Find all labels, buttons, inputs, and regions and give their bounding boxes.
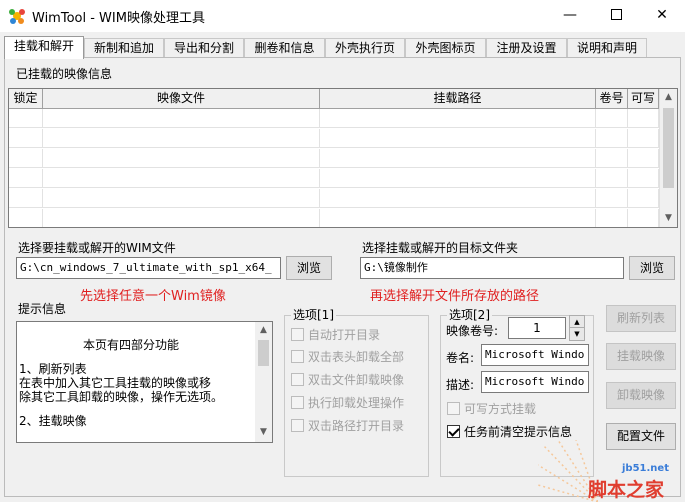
close-button[interactable]: ✕ — [639, 0, 685, 32]
hint-select-wim: 先选择任意一个Wim镜像 — [80, 289, 226, 304]
client-area: 挂载和解开 新制和追加 导出和分割 删卷和信息 外壳执行页 外壳图标页 注册及设… — [0, 32, 685, 502]
scroll-thumb[interactable] — [258, 340, 269, 366]
minimize-button[interactable]: — — [547, 0, 593, 32]
table-row[interactable] — [9, 129, 659, 148]
checkbox-box — [291, 419, 304, 432]
scroll-up-icon[interactable]: ▲ — [660, 89, 677, 106]
table-scrollbar[interactable]: ▲ ▼ — [659, 89, 677, 227]
description-input[interactable]: Microsoft Windo — [481, 371, 589, 393]
mounted-images-label: 已挂载的映像信息 — [14, 66, 115, 82]
tab-shell-icon[interactable]: 外壳图标页 — [405, 38, 486, 58]
writable-mount-checkbox[interactable]: 可写方式挂载 — [447, 401, 536, 419]
checkbox-box — [447, 425, 460, 438]
checkbox-box — [291, 328, 304, 341]
wim-file-input[interactable]: G:\cn_windows_7_ultimate_with_sp1_x64_ — [16, 257, 281, 279]
window-title: WimTool - WIM映像处理工具 — [32, 11, 205, 26]
watermark-site: jb51.net — [622, 463, 669, 474]
column-lock[interactable]: 锁定 — [9, 89, 43, 109]
info-label: 提示信息 — [18, 302, 67, 316]
info-line: 在表中加入其它工具挂载的映像或移 — [19, 376, 212, 390]
checkbox-box — [447, 402, 460, 415]
watermark-name: 脚本之家 — [588, 479, 665, 501]
info-line: 本页有四部分功能 — [83, 338, 180, 352]
maximize-icon — [610, 8, 622, 20]
checkbox-box — [291, 350, 304, 363]
volume-input[interactable]: 1 — [508, 317, 566, 339]
spin-up-icon[interactable]: ▲ — [570, 316, 584, 328]
tab-about[interactable]: 说明和声明 — [567, 38, 647, 58]
tab-new-append[interactable]: 新制和追加 — [84, 38, 164, 58]
checkbox-box — [291, 396, 304, 409]
maximize-button[interactable] — [593, 0, 639, 32]
target-folder-label: 选择挂载或解开的目标文件夹 — [362, 241, 519, 255]
unmount-image-button[interactable]: 卸载映像 — [606, 382, 676, 409]
exec-unmount-process-checkbox[interactable]: 执行卸载处理操作 — [291, 395, 404, 413]
config-file-button[interactable]: 配置文件 — [606, 423, 676, 450]
spin-down-icon[interactable]: ▼ — [570, 328, 584, 340]
dblclick-header-unmount-all-checkbox[interactable]: 双击表头卸载全部 — [291, 349, 404, 367]
dblclick-file-unmount-checkbox[interactable]: 双击文件卸载映像 — [291, 372, 404, 390]
wim-browse-button[interactable]: 浏览 — [286, 256, 332, 280]
tab-shell-exec[interactable]: 外壳执行页 — [325, 38, 405, 58]
table-row[interactable] — [9, 169, 659, 188]
dblclick-path-open-dir-checkbox[interactable]: 双击路径打开目录 — [291, 418, 404, 436]
options2-label: 选项[2] — [447, 307, 492, 323]
table-row[interactable] — [9, 149, 659, 168]
target-folder-input[interactable]: G:\镜像制作 — [360, 257, 624, 279]
info-line: 2、挂载映像 — [19, 414, 87, 428]
tab-mount-extract[interactable]: 挂载和解开 — [4, 36, 84, 59]
table-header: 锁定 映像文件 挂载路径 卷号 可写 — [9, 89, 659, 109]
hint-select-path: 再选择解开文件所存放的路径 — [370, 289, 540, 304]
checkbox-box — [291, 373, 304, 386]
table-row[interactable] — [9, 209, 659, 227]
auto-open-dir-checkbox[interactable]: 自动打开目录 — [291, 327, 380, 345]
scroll-thumb[interactable] — [663, 108, 674, 188]
mount-image-button[interactable]: 挂载映像 — [606, 343, 676, 370]
column-volume[interactable]: 卷号 — [596, 89, 628, 109]
app-icon — [9, 9, 25, 24]
options1-label: 选项[1] — [291, 307, 336, 323]
refresh-list-button[interactable]: 刷新列表 — [606, 305, 676, 332]
volume-spinner[interactable]: ▲ ▼ — [569, 315, 585, 341]
volume-name-label: 卷名: — [446, 351, 475, 365]
wim-file-label: 选择要挂载或解开的WIM文件 — [18, 241, 176, 255]
description-label: 描述: — [446, 378, 475, 392]
info-scrollbar[interactable]: ▲ ▼ — [255, 322, 272, 442]
mounted-images-table[interactable]: 锁定 映像文件 挂载路径 卷号 可写 ▲ ▼ — [8, 88, 678, 228]
tab-delete-info[interactable]: 删卷和信息 — [244, 38, 325, 58]
column-mount-path[interactable]: 挂载路径 — [320, 89, 596, 109]
info-line: 1、刷新列表 — [19, 362, 87, 376]
column-image-file[interactable]: 映像文件 — [43, 89, 320, 109]
column-writable[interactable]: 可写 — [628, 89, 659, 109]
scroll-down-icon[interactable]: ▼ — [255, 424, 272, 441]
table-row[interactable] — [9, 109, 659, 128]
scroll-up-icon[interactable]: ▲ — [255, 322, 272, 339]
volume-label: 映像卷号: — [446, 324, 499, 338]
info-line: 除其它工具卸载的映像，操作无选项。 — [19, 390, 224, 404]
info-textbox[interactable]: 本页有四部分功能 1、刷新列表 在表中加入其它工具挂载的映像或移 除其它工具卸载… — [16, 321, 273, 443]
table-row[interactable] — [9, 189, 659, 208]
scroll-down-icon[interactable]: ▼ — [660, 210, 677, 227]
tab-register-settings[interactable]: 注册及设置 — [486, 38, 567, 58]
target-browse-button[interactable]: 浏览 — [629, 256, 675, 280]
tab-export-split[interactable]: 导出和分割 — [164, 38, 244, 58]
volume-name-input[interactable]: Microsoft Windo — [481, 344, 589, 366]
title-bar: WimTool - WIM映像处理工具 — ✕ — [0, 0, 685, 32]
